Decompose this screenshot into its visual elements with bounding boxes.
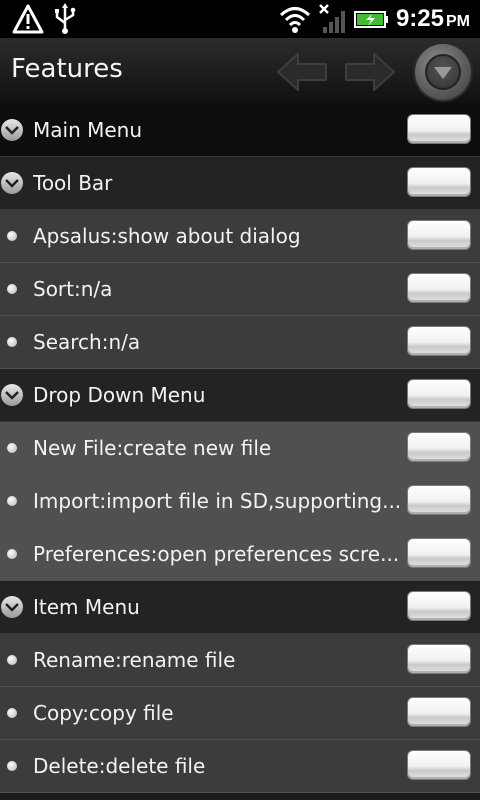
toggle-checkbox[interactable] bbox=[407, 273, 471, 303]
item-label: Copy:copy file bbox=[33, 701, 174, 725]
list-item[interactable]: Delete:delete file bbox=[0, 740, 480, 793]
section-label: Main Menu bbox=[33, 118, 143, 142]
bullet-icon bbox=[7, 496, 17, 506]
title-bar: Features bbox=[0, 38, 480, 105]
bullet-icon bbox=[7, 337, 17, 347]
section-tool-bar[interactable]: Tool Bar bbox=[0, 157, 480, 210]
chevron-down-icon bbox=[1, 596, 23, 618]
toggle-checkbox[interactable] bbox=[407, 220, 471, 250]
section-label: Drop Down Menu bbox=[33, 383, 206, 407]
battery-charging-icon bbox=[354, 11, 388, 28]
item-label: Delete:delete file bbox=[33, 754, 206, 778]
item-label: Sort:n/a bbox=[33, 277, 113, 301]
list-item[interactable]: Copy:copy file bbox=[0, 687, 480, 740]
item-label: New File:create new file bbox=[33, 436, 272, 460]
toggle-checkbox[interactable] bbox=[407, 326, 471, 356]
item-label: Apsalus:show about dialog bbox=[33, 224, 301, 248]
list-item[interactable]: Rename:rename file bbox=[0, 634, 480, 687]
signal-no-service-icon bbox=[319, 4, 345, 33]
section-item-menu[interactable]: Item Menu bbox=[0, 581, 480, 634]
chevron-down-icon bbox=[1, 119, 23, 141]
dropdown-menu-button[interactable] bbox=[415, 44, 471, 100]
arrow-left-icon[interactable] bbox=[274, 48, 330, 96]
item-label: Rename:rename file bbox=[33, 648, 236, 672]
features-list: Main Menu Tool Bar Apsalus:show about di… bbox=[0, 104, 480, 793]
bullet-icon bbox=[7, 443, 17, 453]
status-bar: 9:25 PM bbox=[0, 0, 480, 38]
toggle-checkbox[interactable] bbox=[407, 697, 471, 727]
usb-icon bbox=[55, 3, 76, 34]
item-label: Import:import file in SD,supporting... bbox=[33, 489, 402, 513]
bullet-icon bbox=[7, 231, 17, 241]
clock: 9:25 PM bbox=[396, 4, 470, 37]
list-item[interactable]: Preferences:open preferences scre... bbox=[0, 528, 480, 581]
list-item[interactable]: Apsalus:show about dialog bbox=[0, 210, 480, 263]
toggle-checkbox[interactable] bbox=[407, 432, 471, 462]
toggle-checkbox[interactable] bbox=[407, 591, 471, 621]
bullet-icon bbox=[7, 284, 17, 294]
section-main-menu[interactable]: Main Menu bbox=[0, 104, 480, 157]
list-item[interactable]: Import:import file in SD,supporting... bbox=[0, 475, 480, 528]
wifi-icon bbox=[279, 7, 311, 33]
toggle-checkbox[interactable] bbox=[407, 644, 471, 674]
arrow-right-icon[interactable] bbox=[342, 48, 398, 96]
list-item[interactable]: Search:n/a bbox=[0, 316, 480, 369]
bullet-icon bbox=[7, 655, 17, 665]
item-label: Preferences:open preferences scre... bbox=[33, 542, 400, 566]
section-label: Item Menu bbox=[33, 595, 140, 619]
toggle-checkbox[interactable] bbox=[407, 750, 471, 780]
page-title: Features bbox=[11, 54, 123, 84]
warning-icon bbox=[12, 4, 44, 34]
chevron-down-icon bbox=[1, 384, 23, 406]
toggle-checkbox[interactable] bbox=[407, 114, 471, 144]
chevron-down-icon bbox=[1, 172, 23, 194]
bullet-icon bbox=[7, 761, 17, 771]
clock-time: 9:25 bbox=[395, 5, 444, 32]
item-label: Search:n/a bbox=[33, 330, 141, 354]
list-item[interactable]: New File:create new file bbox=[0, 422, 480, 475]
toggle-checkbox[interactable] bbox=[407, 485, 471, 515]
toggle-checkbox[interactable] bbox=[407, 167, 471, 197]
bullet-icon bbox=[7, 708, 17, 718]
clock-ampm: PM bbox=[446, 13, 470, 30]
toggle-checkbox[interactable] bbox=[407, 538, 471, 568]
bullet-icon bbox=[7, 549, 17, 559]
toggle-checkbox[interactable] bbox=[407, 379, 471, 409]
section-drop-down-menu[interactable]: Drop Down Menu bbox=[0, 369, 480, 422]
section-label: Tool Bar bbox=[33, 171, 113, 195]
dropdown-menu-icon bbox=[425, 54, 461, 90]
list-item[interactable]: Sort:n/a bbox=[0, 263, 480, 316]
